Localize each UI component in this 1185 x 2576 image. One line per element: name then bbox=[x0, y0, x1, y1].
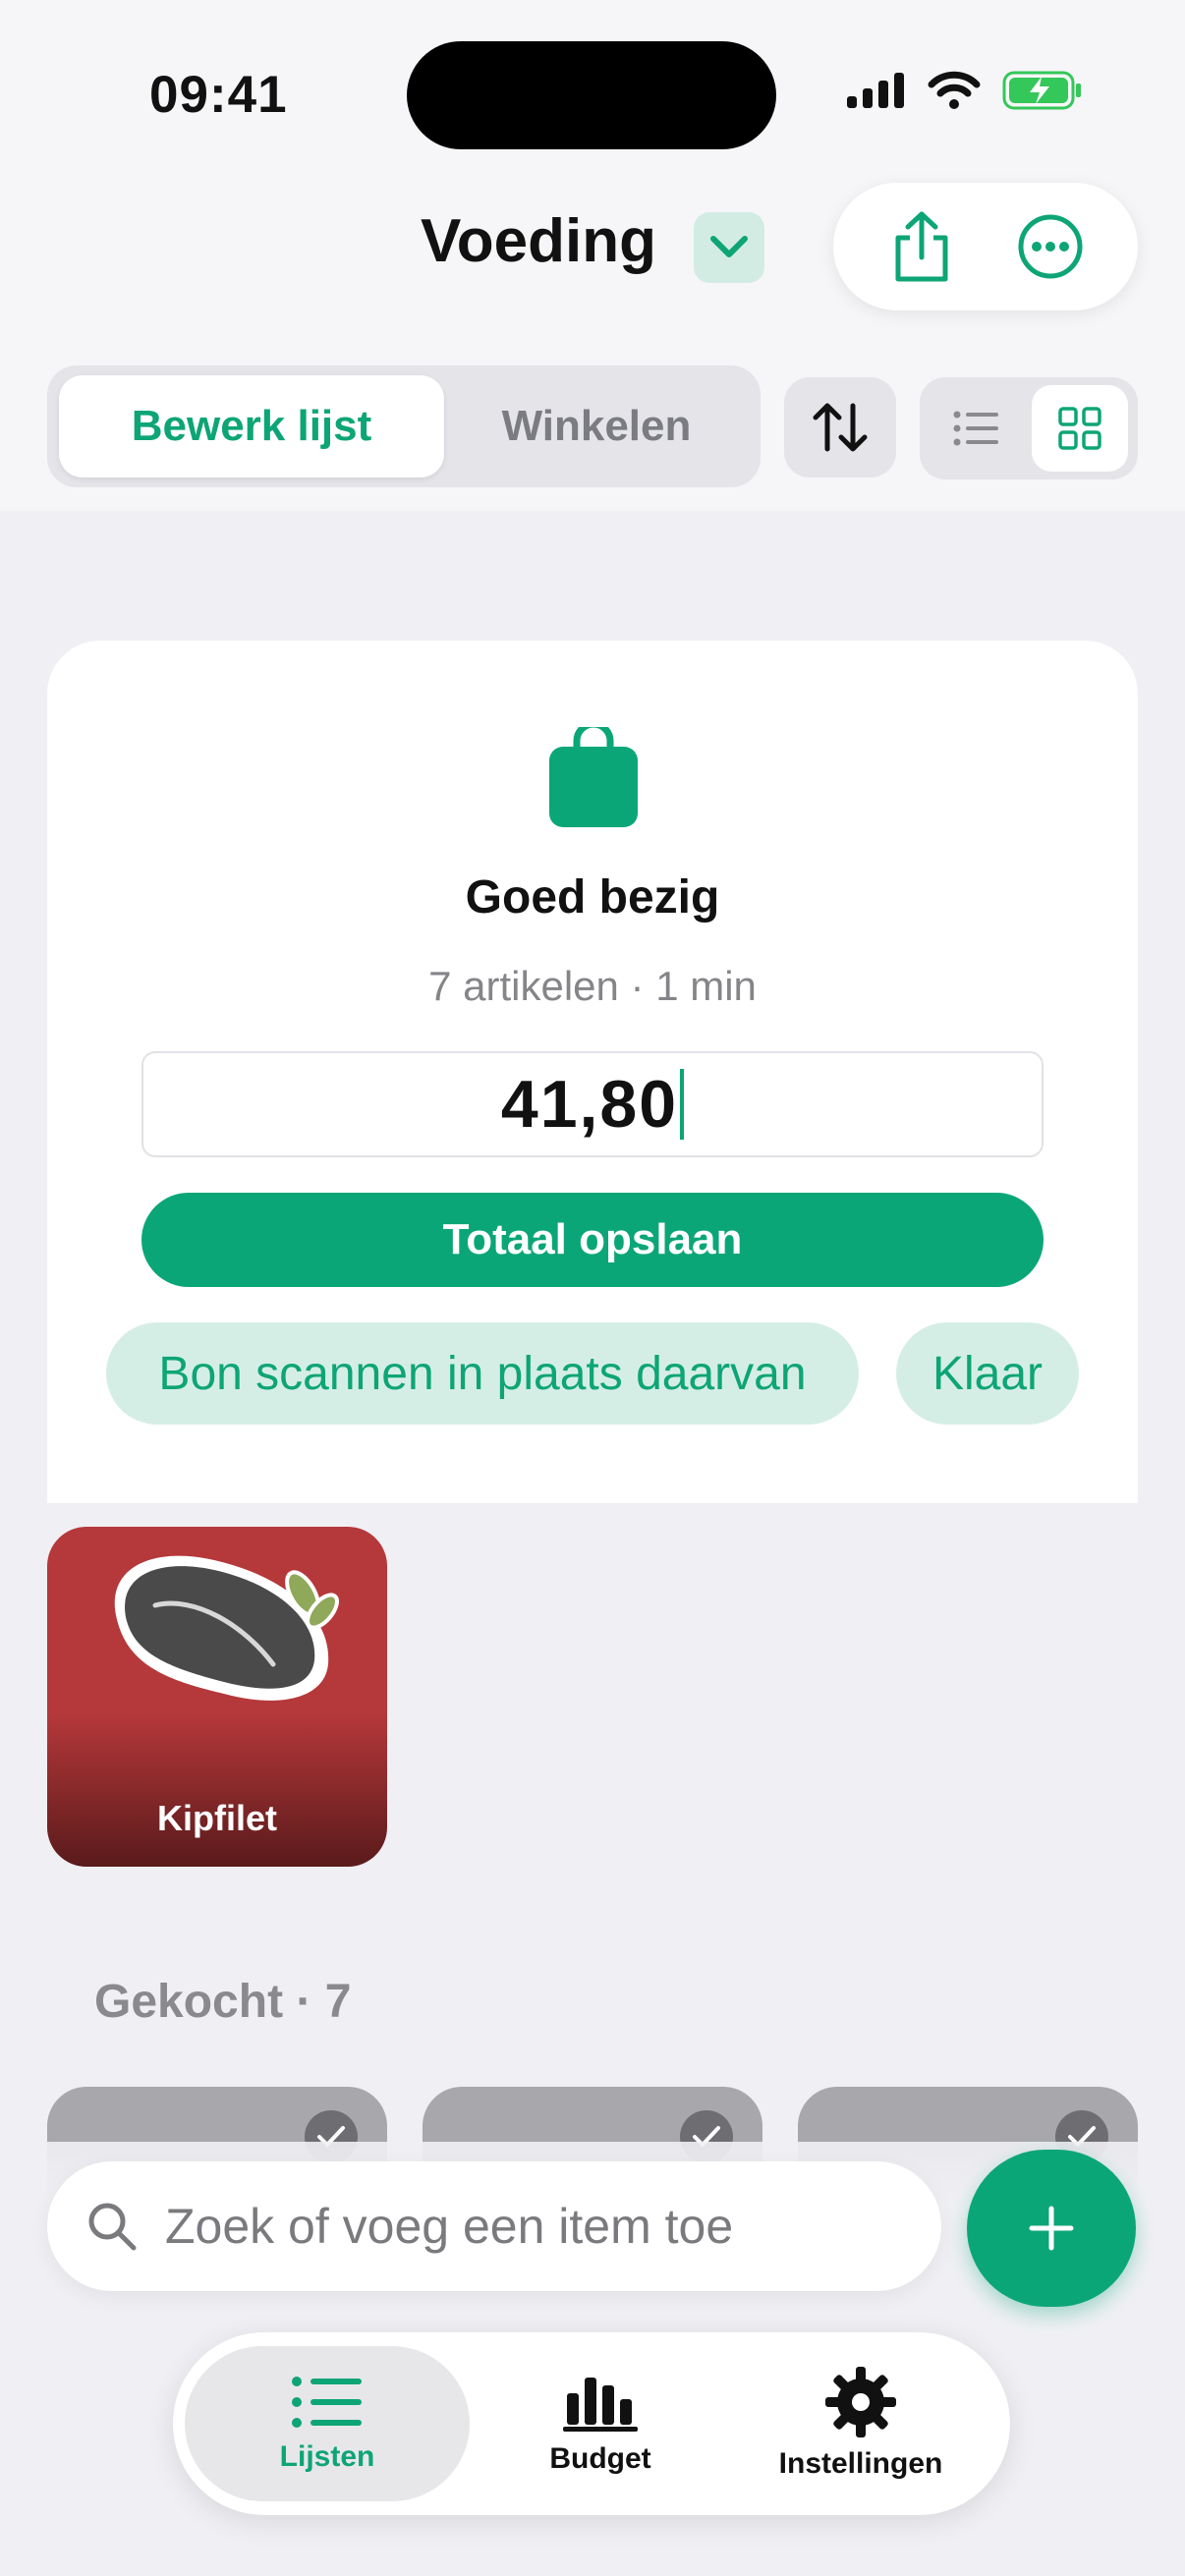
item-label: Kipfilet bbox=[157, 1798, 277, 1838]
tab-lists-label: Lijsten bbox=[279, 2440, 375, 2473]
sort-icon bbox=[813, 403, 868, 452]
dynamic-island bbox=[407, 41, 776, 149]
more-icon bbox=[1018, 214, 1082, 279]
tab-settings[interactable]: Instellingen bbox=[723, 2346, 998, 2501]
list-view-button[interactable] bbox=[930, 385, 1024, 472]
total-amount-value: 41,80 bbox=[500, 1067, 679, 1142]
summary-subtitle: 7 artikelen · 1 min bbox=[428, 963, 757, 1009]
bought-section-header: Gekocht · 7 bbox=[94, 1976, 352, 2028]
tab-bar: Lijsten Budget Instellingen bbox=[173, 2332, 1010, 2515]
status-time: 09:41 bbox=[149, 66, 288, 124]
plus-icon bbox=[1029, 2206, 1074, 2251]
search-icon bbox=[88, 2203, 137, 2251]
text-caret bbox=[680, 1069, 685, 1140]
mode-segmented-control: Bewerk lijst Winkelen bbox=[47, 365, 761, 487]
list-title[interactable]: Voeding bbox=[421, 206, 656, 276]
save-total-button[interactable]: Totaal opslaan bbox=[141, 1193, 1044, 1287]
status-icons bbox=[847, 71, 1083, 110]
summary-title: Goed bezig bbox=[465, 871, 720, 924]
share-button[interactable] bbox=[875, 199, 969, 294]
add-item-button[interactable] bbox=[967, 2150, 1136, 2307]
chevron-down-icon bbox=[710, 236, 748, 257]
search-field[interactable]: Zoek of voeg een item toe bbox=[47, 2161, 941, 2291]
grid-view-button[interactable] bbox=[1032, 385, 1128, 472]
tab-budget-label: Budget bbox=[549, 2442, 651, 2475]
tab-lists[interactable]: Lijsten bbox=[185, 2346, 470, 2501]
view-toggle bbox=[920, 377, 1138, 479]
tab-settings-label: Instellingen bbox=[778, 2447, 943, 2480]
chicken-breast-icon bbox=[114, 1555, 339, 1701]
done-button[interactable]: Klaar bbox=[896, 1322, 1079, 1425]
signal-icon bbox=[847, 73, 904, 108]
shopping-bag-icon bbox=[549, 727, 638, 827]
gear-icon bbox=[825, 2367, 896, 2437]
scan-receipt-button[interactable]: Bon scannen in plaats daarvan bbox=[106, 1322, 859, 1425]
total-amount-input[interactable]: 41,80 bbox=[141, 1051, 1044, 1157]
segment-edit-list[interactable]: Bewerk lijst bbox=[59, 375, 444, 477]
share-icon bbox=[895, 211, 947, 282]
grid-view-icon bbox=[1058, 407, 1101, 450]
list-icon bbox=[292, 2377, 362, 2428]
search-placeholder: Zoek of voeg een item toe bbox=[165, 2199, 734, 2254]
more-button[interactable] bbox=[1003, 199, 1098, 294]
sort-button[interactable] bbox=[784, 377, 896, 477]
nav-actions bbox=[833, 183, 1138, 310]
chart-icon bbox=[563, 2378, 638, 2432]
wifi-icon bbox=[928, 71, 981, 109]
tab-budget[interactable]: Budget bbox=[480, 2346, 721, 2501]
segment-shopping[interactable]: Winkelen bbox=[444, 375, 749, 477]
list-switcher-button[interactable] bbox=[694, 212, 764, 283]
list-view-icon bbox=[953, 411, 998, 446]
battery-charging-icon bbox=[1002, 71, 1081, 110]
item-tile[interactable]: Kipfilet bbox=[47, 1527, 387, 1867]
